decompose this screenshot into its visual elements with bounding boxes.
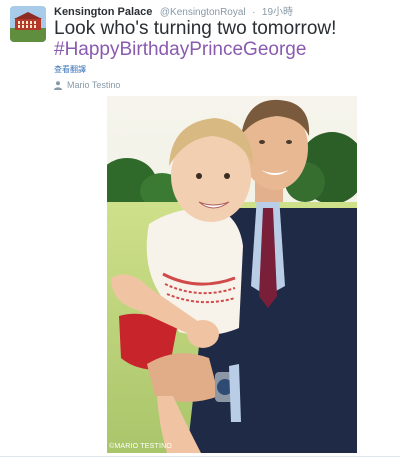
separator-dot: · [252,7,256,18]
user-handle[interactable]: @KensingtonRoyal [160,7,246,18]
photo-watermark: ©MARIO TESTINO [109,443,173,450]
tweet-timestamp[interactable]: 19小時 [262,7,293,18]
tweet-photo[interactable]: ©MARIO TESTINO [107,96,357,453]
tweet-text: Look who's turning two tomorrow! [54,18,337,39]
person-icon [54,80,62,90]
display-name[interactable]: Kensington Palace [54,6,152,18]
tweet-divider [0,456,400,457]
photo-credit-name: Mario Testino [67,80,121,90]
translate-link[interactable]: 查看翻譯 [54,64,86,75]
hashtag-link[interactable]: #HappyBirthdayPrinceGeorge [54,39,306,61]
photo-credit[interactable]: Mario Testino [54,79,120,91]
tweet-card: Kensington Palace @KensingtonRoyal · 19小… [0,0,400,461]
kensington-palace-avatar[interactable] [10,6,46,42]
